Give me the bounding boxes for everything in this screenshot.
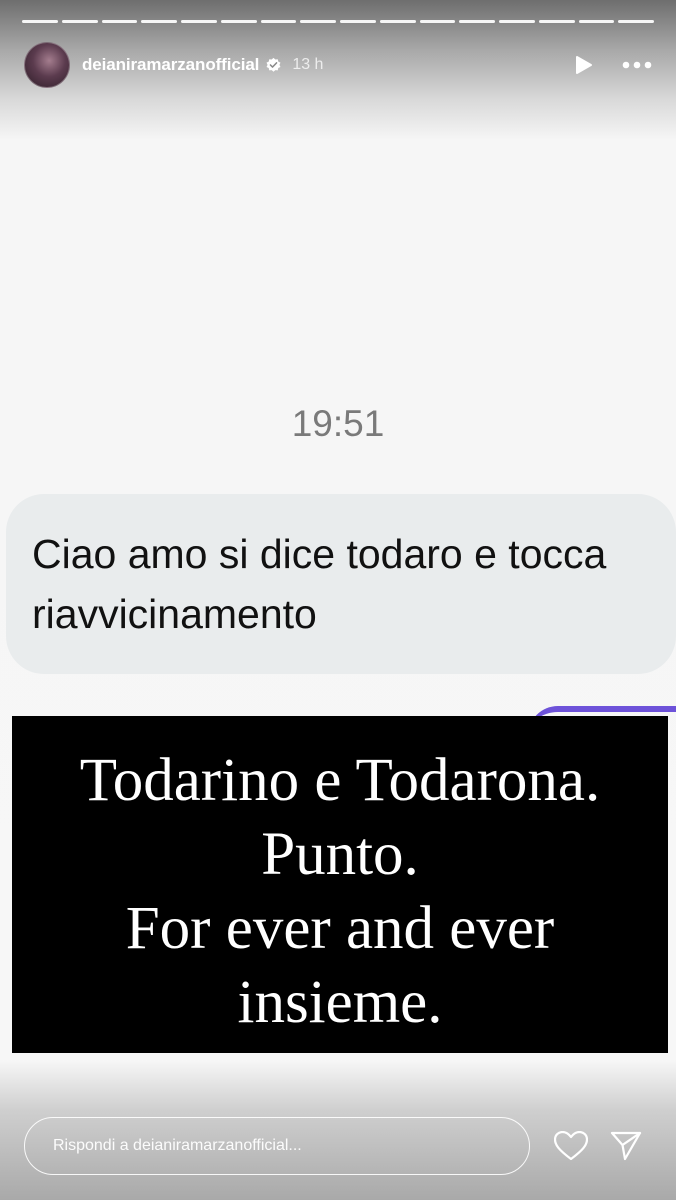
- progress-segment: [101, 20, 138, 23]
- overlay-text: Todarino e Todarona. Punto. For ever and…: [79, 747, 601, 1036]
- progress-segment: [578, 20, 615, 23]
- avatar[interactable]: [24, 42, 70, 88]
- heart-icon[interactable]: [554, 1131, 588, 1161]
- story-progress-bar: [22, 20, 654, 23]
- progress-segment: [499, 20, 535, 23]
- progress-segment: [181, 20, 217, 23]
- post-time: 13 h: [292, 56, 324, 73]
- progress-segment: [538, 20, 575, 23]
- progress-segment: [141, 20, 177, 23]
- header-actions: [572, 54, 652, 76]
- progress-segment: [379, 20, 416, 23]
- username[interactable]: deianiramarzanofficial: [82, 55, 259, 75]
- message-bubble: Ciao amo si dice todaro e tocca riavvici…: [6, 494, 676, 674]
- progress-segment: [260, 20, 297, 23]
- verified-badge-icon: [266, 57, 281, 72]
- story-viewer[interactable]: deianiramarzanofficial 13 h 19:51 Ciao a…: [0, 0, 676, 1200]
- progress-segment: [340, 20, 376, 23]
- progress-segment: [618, 20, 654, 23]
- message-text: Ciao amo si dice todaro e tocca riavvici…: [32, 531, 607, 637]
- more-icon[interactable]: [622, 61, 652, 69]
- send-icon[interactable]: [610, 1131, 642, 1161]
- chat-timestamp: 19:51: [291, 403, 385, 444]
- play-icon[interactable]: [572, 54, 594, 76]
- progress-segment: [300, 20, 336, 23]
- story-header: deianiramarzanofficial 13 h: [24, 42, 652, 88]
- progress-segment: [419, 20, 456, 23]
- progress-segment: [22, 20, 58, 23]
- reply-input[interactable]: [24, 1117, 530, 1175]
- progress-segment: [220, 20, 257, 23]
- progress-segment: [459, 20, 495, 23]
- story-footer: [24, 1116, 652, 1176]
- text-overlay: Todarino e Todarona. Punto. For ever and…: [12, 716, 668, 1053]
- progress-segment: [61, 20, 98, 23]
